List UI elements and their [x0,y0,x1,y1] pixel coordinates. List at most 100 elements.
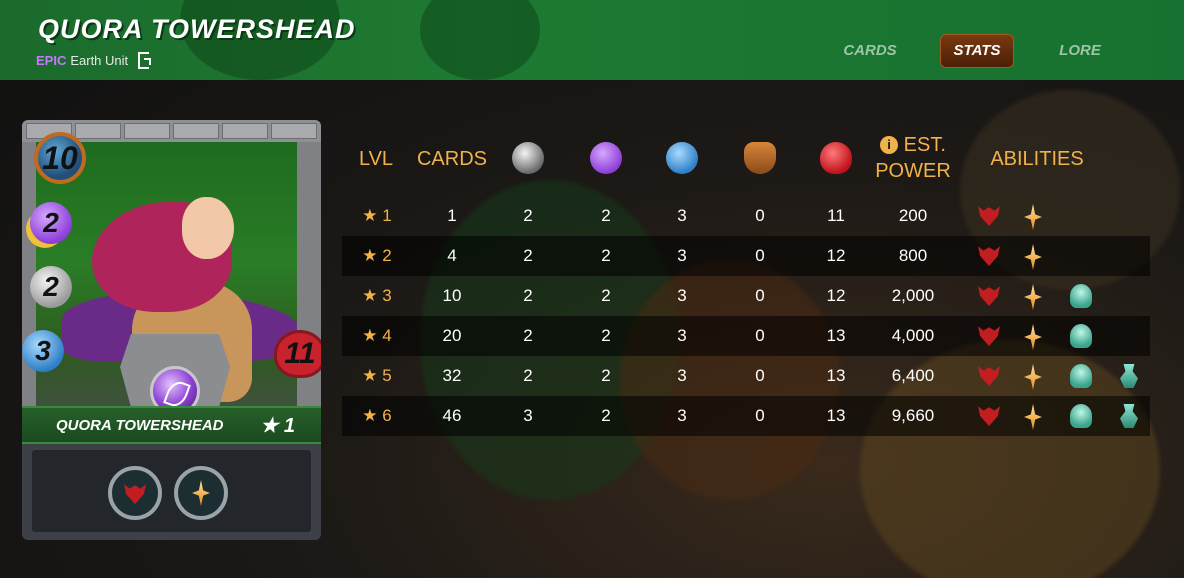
info-icon[interactable]: i [880,136,899,154]
cell-lvl: ★ 5 [362,366,392,385]
monster-card: 10 2 2 3 11 QUORA TOWERSHEAD ★ 1 [22,120,321,540]
cell-lvl: ★ 3 [362,286,392,305]
cell-speed: 3 [677,406,687,425]
card-attack-stat: 2 [30,266,72,308]
table-row: ★ 1 1 2 2 3 0 11 200 [342,196,1150,236]
ghost-ability-icon[interactable] [1070,324,1092,348]
cell-attack: 3 [523,406,533,425]
cell-attack: 2 [523,366,533,385]
cell-magic: 2 [601,366,611,385]
cell-magic: 2 [601,246,611,265]
cell-health: 12 [826,246,846,265]
cell-lvl: ★ 4 [362,326,392,345]
header-power: i EST. POWER [868,132,958,184]
speed-icon [666,142,698,174]
cell-power: 800 [898,246,928,265]
potion-ability-icon[interactable] [1120,364,1138,388]
spark-ability-icon[interactable] [1024,204,1042,230]
spark-ability-icon[interactable] [1024,284,1042,310]
card-subtitle: EPIC Earth Unit [36,52,152,69]
cell-power: 200 [898,206,928,225]
header-power-line2: POWER [875,160,951,182]
cell-power: 2,000 [891,286,935,305]
potion-ability-icon[interactable] [1120,404,1138,428]
demon-ability-icon[interactable] [978,406,1000,426]
cell-health: 13 [826,366,846,385]
demon-ability-icon[interactable] [978,246,1000,266]
cell-speed: 3 [677,246,687,265]
table-row: ★ 6 46 3 2 3 0 13 9,660 [342,396,1150,436]
card-magic-stat: 2 [30,202,72,244]
page-title: QUORA TOWERSHEAD [38,14,356,44]
tab-cards[interactable]: CARDS [830,34,910,68]
header-lvl: LVL [358,148,394,170]
rarity-label: EPIC [36,53,67,68]
edition-icon [138,52,152,69]
card-health-stat: 11 [274,330,321,378]
armor-icon [744,142,776,174]
tab-stats[interactable]: STATS [940,34,1014,68]
ghost-ability-icon[interactable] [1070,364,1092,388]
demon-ability-icon[interactable] [108,466,162,520]
demon-ability-icon[interactable] [978,366,1000,386]
cell-attack: 2 [523,326,533,345]
cell-armor: 0 [755,406,765,425]
cell-health: 13 [826,406,846,425]
ghost-ability-icon[interactable] [1070,404,1092,428]
header-cards: CARDS [416,148,487,170]
tab-bar: CARDS STATS LORE [820,34,1120,68]
cell-cards: 32 [442,366,462,385]
cell-lvl: ★ 6 [362,406,392,425]
cell-magic: 2 [601,206,611,225]
table-body: ★ 1 1 2 2 3 0 11 200 ★ 2 4 2 2 3 0 12 800 ★ 3 10 2 2 3 0 12 2,0… [342,196,1150,436]
demon-ability-icon[interactable] [978,286,1000,306]
unit-type-label: Earth Unit [70,53,129,68]
table-row: ★ 4 20 2 2 3 0 13 4,000 [342,316,1150,356]
attack-icon [512,142,544,174]
table-header: LVL CARDS i EST. POWER ABILITIES [342,128,1150,196]
spark-ability-icon[interactable] [1024,364,1042,390]
cell-power: 4,000 [891,326,935,345]
stats-table: LVL CARDS i EST. POWER ABILITIES ★ 11223… [342,128,1150,436]
ghost-ability-icon[interactable] [1070,284,1092,308]
cell-speed: 3 [677,366,687,385]
cell-cards: 20 [442,326,462,345]
cell-armor: 0 [755,286,765,305]
cell-lvl: ★ 2 [362,246,392,265]
cell-health: 13 [826,326,846,345]
health-icon [820,142,852,174]
cell-cards: 4 [447,246,457,265]
cell-armor: 0 [755,206,765,225]
cell-magic: 2 [601,406,611,425]
page-header: QUORA TOWERSHEAD EPIC Earth Unit CARDS S… [0,0,1184,80]
spark-ability-icon[interactable] [1024,404,1042,430]
card-abilities-panel [32,450,311,532]
header-abilities: ABILITIES [990,148,1084,170]
tab-lore[interactable]: LORE [1040,34,1120,68]
cell-attack: 2 [523,206,533,225]
card-name-bar: QUORA TOWERSHEAD ★ 1 [22,406,321,444]
cell-health: 11 [827,206,845,225]
header-power-line1: EST. [903,134,946,156]
cell-magic: 2 [601,286,611,305]
demon-ability-icon[interactable] [978,326,1000,346]
spark-ability-icon[interactable] [174,466,228,520]
spark-ability-icon[interactable] [1024,244,1042,270]
card-speed-stat: 3 [22,330,64,372]
cell-speed: 3 [677,326,687,345]
magic-icon [590,142,622,174]
cell-health: 12 [826,286,846,305]
cell-power: 6,400 [891,366,935,385]
cell-armor: 0 [755,246,765,265]
cell-armor: 0 [755,326,765,345]
cell-power: 9,660 [891,406,935,425]
cell-attack: 2 [523,286,533,305]
mana-cost: 10 [34,132,86,184]
table-row: ★ 5 32 2 2 3 0 13 6,400 [342,356,1150,396]
cell-speed: 3 [677,206,687,225]
demon-ability-icon[interactable] [978,206,1000,226]
cell-speed: 3 [677,286,687,305]
cell-magic: 2 [601,326,611,345]
cell-lvl: ★ 1 [362,206,392,225]
spark-ability-icon[interactable] [1024,324,1042,350]
